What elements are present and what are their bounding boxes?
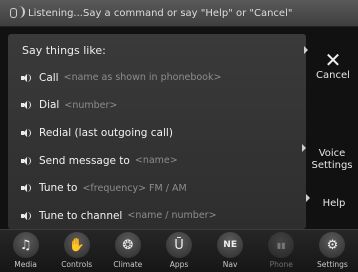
command-param: <name / number>: [127, 210, 217, 222]
music-note-icon: ♫: [12, 232, 39, 258]
compass-icon: NE: [217, 232, 244, 258]
command-item-tune-to: Tune to <frequency> FM / AM: [8, 174, 306, 202]
command-label: Redial (last outgoing call): [39, 126, 173, 139]
command-label: Send message to: [39, 154, 130, 167]
command-item-send-message: Send message to <name>: [8, 147, 306, 175]
nav-media[interactable]: ♫ Media: [0, 230, 51, 272]
corner-arrow-icon: [306, 194, 310, 202]
bottom-nav-bar: ♫ Media ✋ Controls ❂ Climate Ū Apps NE N…: [0, 229, 358, 272]
help-label: Help: [322, 198, 346, 209]
listening-status-text: Listening...Say a command or say "Help" …: [28, 7, 293, 19]
nav-label: Media: [14, 260, 37, 269]
hints-title: Say things like:: [22, 44, 106, 57]
corner-arrow-icon: [304, 46, 308, 54]
nav-controls[interactable]: ✋ Controls: [51, 230, 102, 272]
nav-label: Apps: [169, 260, 189, 269]
command-label: Dial: [39, 99, 60, 112]
nav-nav[interactable]: NE Nav: [205, 230, 256, 272]
command-label: Call: [39, 71, 59, 84]
speaker-icon: [21, 100, 31, 110]
listening-bar: Listening...Say a command or say "Help" …: [0, 0, 358, 27]
voice-settings-label-line2: Settings: [311, 160, 353, 171]
nav-label: Settings: [317, 260, 348, 269]
command-label: Tune to: [39, 182, 78, 195]
hand-icon: ✋: [63, 232, 90, 258]
command-param: <number>: [64, 99, 118, 111]
command-list: Call <name as shown in phonebook> Dial <…: [8, 64, 306, 230]
command-hints-panel: Say things like: Call <name as shown in …: [8, 34, 306, 229]
speaker-icon: [21, 156, 31, 166]
nav-label: Phone: [269, 260, 293, 269]
cancel-label: Cancel: [316, 70, 350, 81]
command-item-tune-channel: Tune to channel <name / number>: [8, 202, 306, 230]
cancel-button[interactable]: ✕ Cancel: [304, 46, 356, 86]
voice-command-screen: Listening...Say a command or say "Help" …: [0, 0, 358, 272]
phone-signal-icon: ▮▮: [268, 232, 295, 258]
nav-apps[interactable]: Ū Apps: [153, 230, 204, 272]
command-param: <name as shown in phonebook>: [63, 72, 222, 84]
voice-listening-icon: [10, 6, 25, 20]
command-item-redial: Redial (last outgoing call): [8, 119, 306, 147]
command-param: <frequency> FM / AM: [82, 182, 187, 194]
help-button[interactable]: Help: [306, 194, 356, 214]
speaker-icon: [21, 128, 31, 138]
nav-label: Climate: [113, 260, 143, 269]
apps-icon: Ū: [165, 232, 192, 258]
gear-icon: ⚙: [319, 232, 346, 258]
nav-label: Controls: [61, 260, 93, 269]
nav-phone[interactable]: ▮▮ Phone: [256, 230, 307, 272]
voice-settings-label-line1: Voice: [318, 148, 346, 159]
nav-settings[interactable]: ⚙ Settings: [307, 230, 358, 272]
command-label: Tune to channel: [39, 209, 123, 222]
nav-climate[interactable]: ❂ Climate: [102, 230, 153, 272]
voice-settings-button[interactable]: Voice Settings: [302, 144, 356, 182]
climate-icon: ❂: [114, 232, 141, 258]
speaker-icon: [21, 211, 31, 221]
speaker-icon: [21, 183, 31, 193]
speaker-icon: [21, 73, 31, 83]
close-icon: ✕: [324, 48, 342, 72]
command-item-call: Call <name as shown in phonebook>: [8, 64, 306, 92]
command-item-dial: Dial <number>: [8, 92, 306, 120]
nav-label: Nav: [222, 260, 238, 269]
corner-arrow-icon: [302, 144, 306, 152]
command-param: <name>: [134, 155, 178, 167]
